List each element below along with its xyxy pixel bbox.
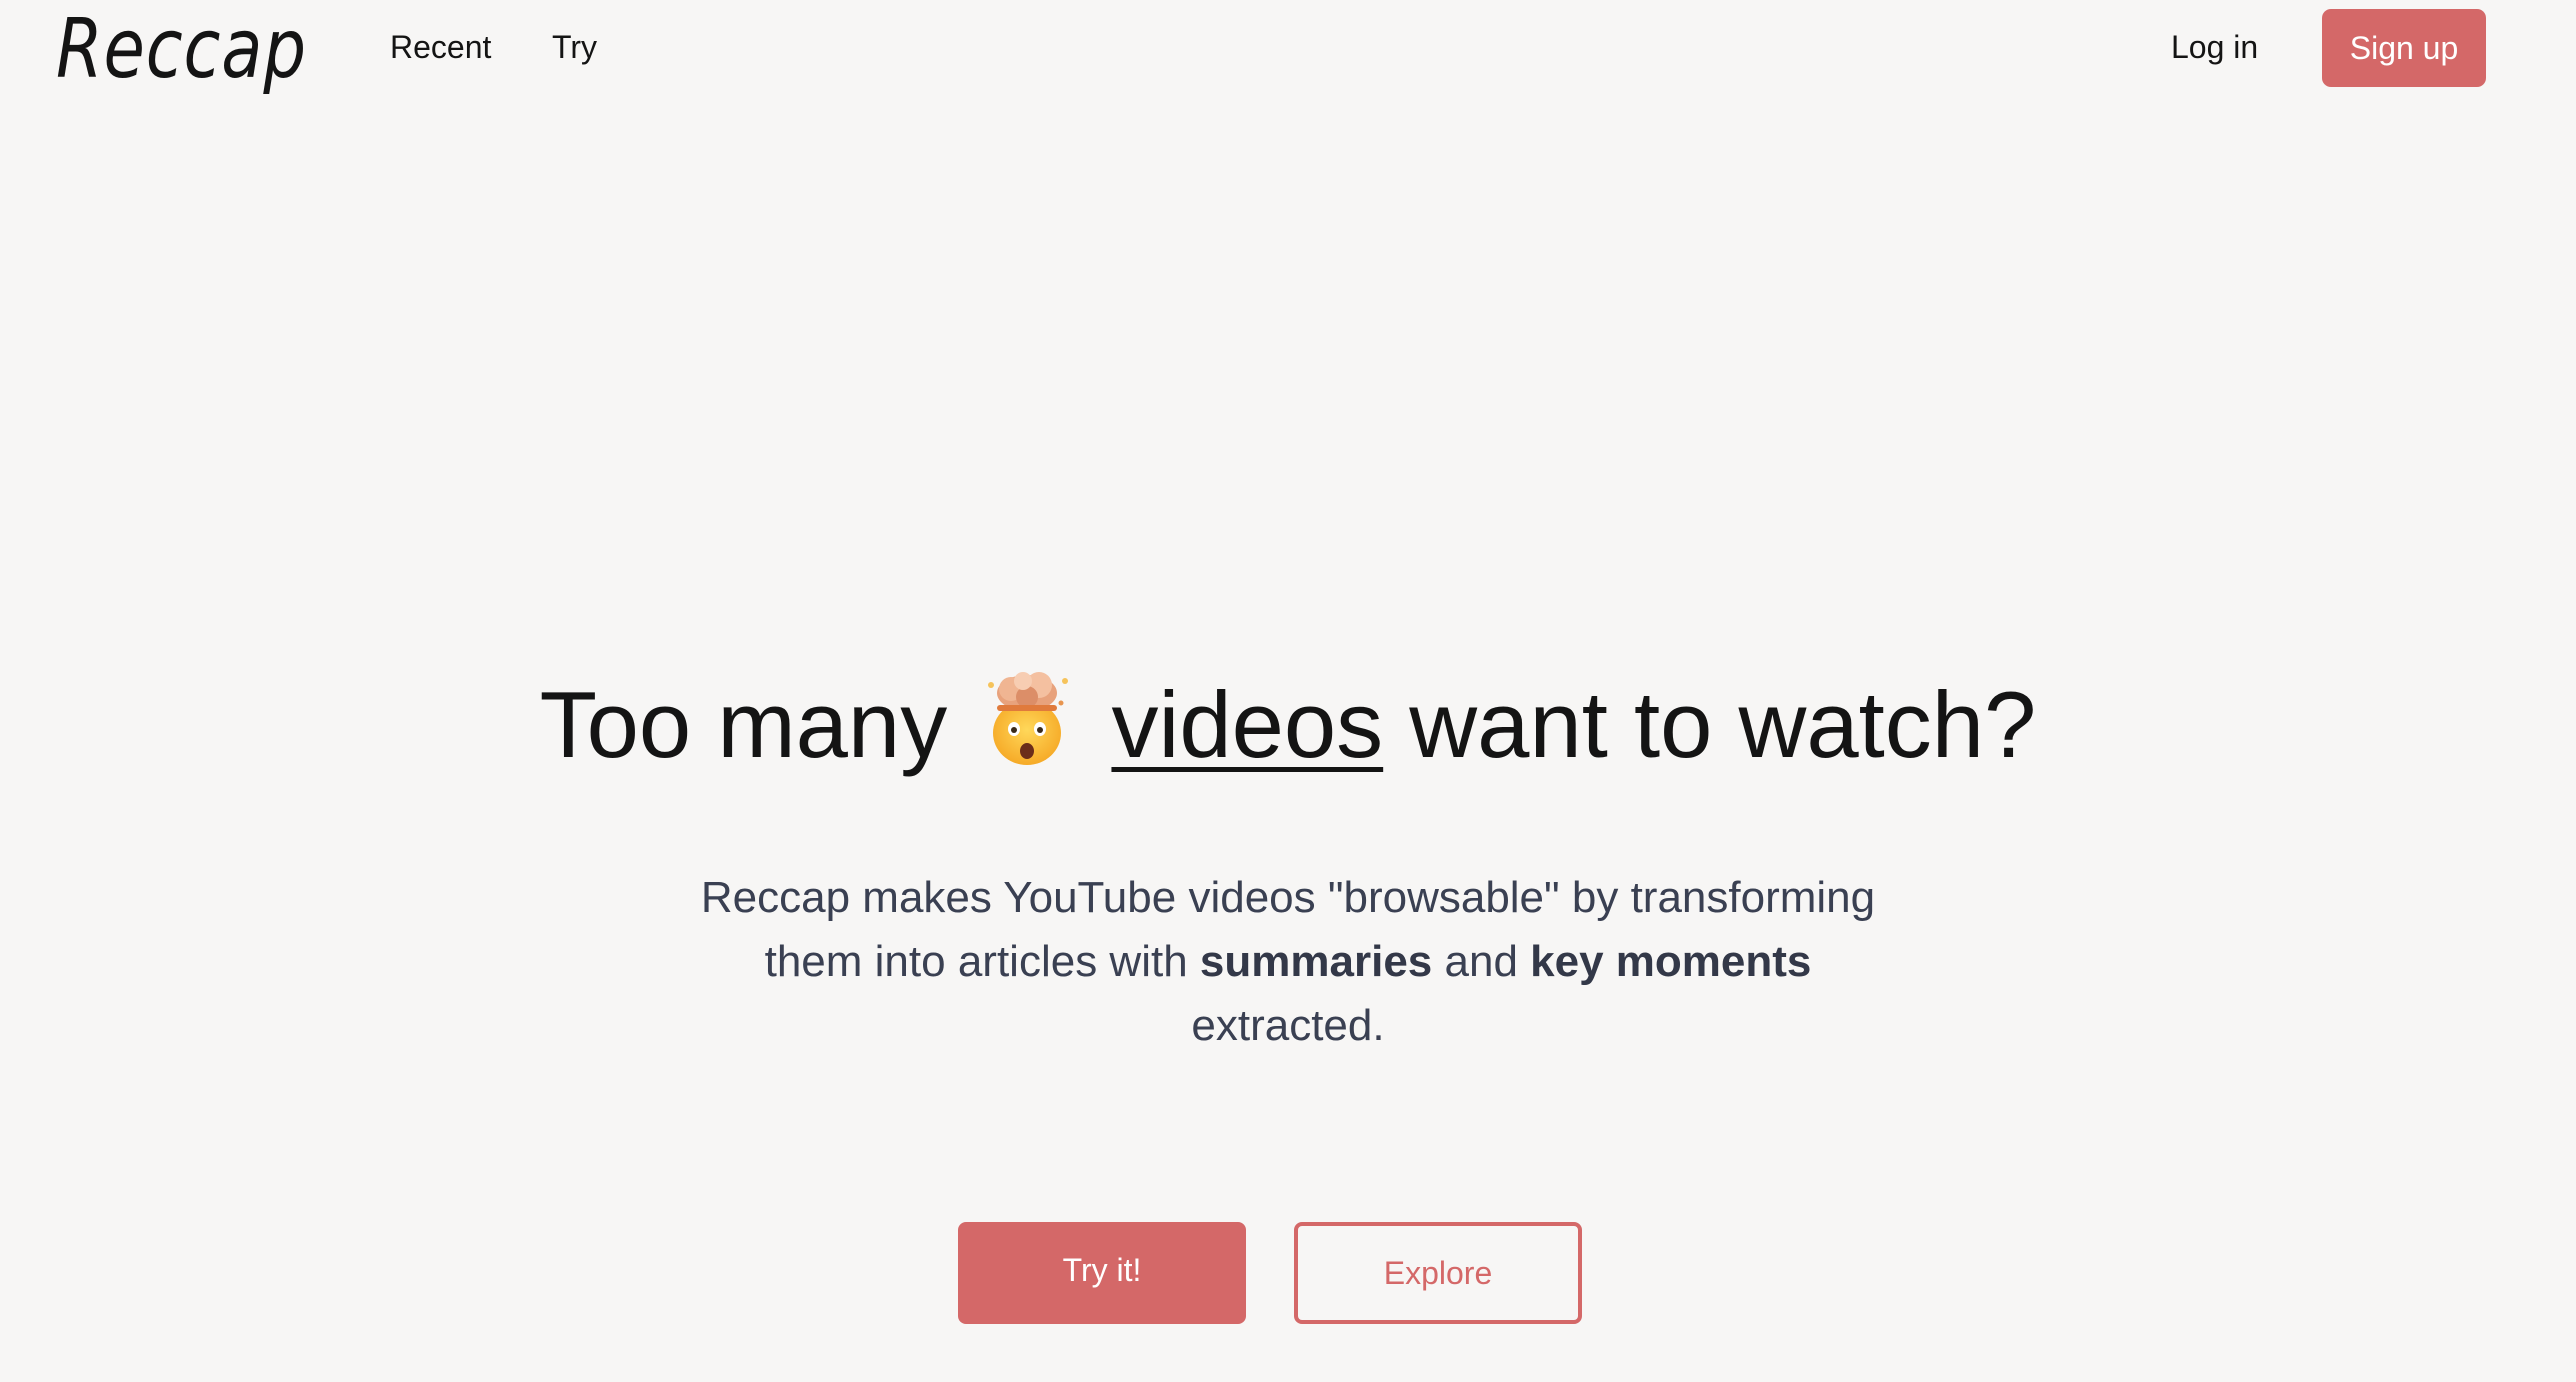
top-navigation-bar: Reccap Recent Try Log in Sign up	[0, 0, 2576, 98]
hero-section: Too many videos want to watch?	[0, 660, 2576, 790]
subtitle-text-2: and	[1444, 937, 1518, 986]
headline-text-end: want to watch?	[1409, 672, 2037, 777]
subtitle-bold-key-moments: key moments	[1530, 937, 1812, 986]
headline-text-start: Too many	[539, 672, 948, 777]
signup-button[interactable]: Sign up	[2322, 9, 2486, 87]
try-it-button[interactable]: Try it!	[958, 1222, 1246, 1324]
subtitle-text-3: extracted.	[1191, 1001, 1385, 1050]
reccap-logo[interactable]: Reccap	[56, 2, 307, 98]
hero-subtitle: Reccap makes YouTube videos "browsable" …	[700, 866, 1876, 1058]
hero-headline: Too many videos want to watch?	[0, 660, 2576, 790]
nav-link-try[interactable]: Try	[552, 24, 597, 70]
explore-button[interactable]: Explore	[1294, 1222, 1582, 1324]
subtitle-bold-summaries: summaries	[1199, 937, 1433, 986]
headline-videos-word: videos	[1111, 672, 1384, 777]
exploding-head-emoji-icon	[977, 667, 1077, 767]
nav-link-recent[interactable]: Recent	[390, 24, 491, 70]
login-link[interactable]: Log in	[2171, 24, 2258, 70]
